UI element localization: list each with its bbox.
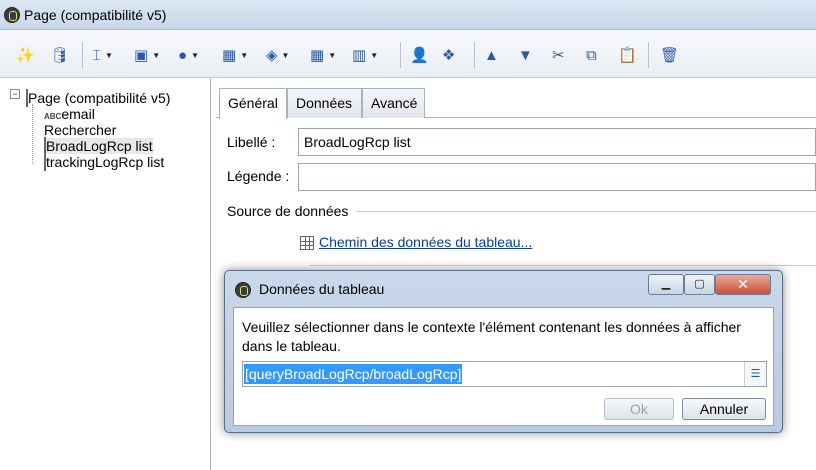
adobe-campaign-icon	[4, 7, 20, 23]
tree-root-label: Page (compatibilité v5)	[28, 90, 171, 106]
tree-item-label: email	[61, 106, 95, 122]
grid-tool-button[interactable]: ▦ ▼	[310, 44, 336, 66]
globe-icon: ●	[178, 46, 188, 64]
tree-item-rechercher[interactable]: Rechercher	[44, 122, 116, 138]
grid-icon: ▦	[310, 47, 325, 64]
dropdown-arrow-icon[interactable]: ▼	[105, 51, 113, 60]
libelle-label: Libellé :	[227, 134, 276, 150]
window-title: Page (compatibilité v5)	[24, 7, 167, 23]
toolbar-separator	[400, 42, 401, 68]
ok-button[interactable]: Ok	[604, 398, 674, 420]
abc-text-icon: ABC	[44, 112, 62, 121]
form-tool-button[interactable]: ▣ ▼	[134, 44, 160, 66]
tree-item-label: trackingLogRcp list	[46, 154, 165, 170]
data-path-input[interactable]: [queryBroadLogRcp/broadLogRcp] ☰	[242, 361, 767, 387]
data-path-value: [queryBroadLogRcp/broadLogRcp]	[244, 364, 463, 384]
copy-tool-button[interactable]: ⧉	[586, 44, 597, 66]
dialog-message: Veuillez sélectionner dans le contexte l…	[242, 319, 741, 354]
wand-icon: ✨	[16, 47, 35, 64]
tree-item-label: Rechercher	[44, 122, 117, 138]
recycle-bin-icon: 🗑	[660, 47, 680, 64]
arrow-up-icon: ▲	[484, 46, 499, 64]
window-tool-button[interactable]: ▦ ▼	[222, 44, 248, 66]
form-icon: ▣	[134, 47, 149, 64]
source-group-line	[356, 211, 816, 212]
tab-avance[interactable]: Avancé	[362, 88, 425, 118]
dropdown-arrow-icon[interactable]: ▼	[328, 51, 336, 60]
database-tool-button[interactable]: 🛢	[50, 44, 69, 66]
tree-item-email[interactable]: ABCemail	[44, 106, 95, 122]
path-picker-icon[interactable]: ☰	[744, 362, 766, 386]
toolbar: ✨ 🛢 ⌶ ▼ ▣ ▼ ● ▼ ▦ ▼ ◈ ▼ ▦ ▼ ▥ ▼ 👤 ❖ ▲ ▼ ✂ ⧉ 📋 🗑	[0, 30, 816, 78]
toolbar-separator	[648, 42, 649, 68]
layers-icon: ◈	[266, 47, 278, 64]
window-titlebar: Page (compatibilité v5)	[0, 0, 816, 30]
paste-icon: 📋	[618, 47, 637, 64]
tab-general[interactable]: Général	[219, 88, 287, 119]
legende-field[interactable]	[298, 163, 816, 191]
add-shapes-tool-button[interactable]: ❖	[442, 44, 455, 66]
maximize-button[interactable]: ▢	[684, 274, 715, 295]
tree-item-trackinglogrcp-list[interactable]: trackingLogRcp list	[44, 153, 165, 171]
cut-icon: ✂	[552, 47, 565, 64]
layers-tool-button[interactable]: ◈ ▼	[266, 44, 289, 66]
window-icon: ▦	[222, 47, 237, 64]
user-icon: 👤	[410, 47, 429, 64]
user-tool-button[interactable]: 👤	[410, 44, 429, 66]
wand-tool-button[interactable]: ✨	[16, 44, 35, 66]
tree-collapse-toggle[interactable]: −	[10, 89, 20, 99]
visibility-group-line	[310, 265, 816, 266]
recycle-bin-tool-button[interactable]: 🗑	[660, 44, 679, 66]
columns-tool-button[interactable]: ▥ ▼	[352, 44, 378, 66]
source-section-label: Source de données	[227, 203, 349, 219]
text-cursor-tool-button[interactable]: ⌶ ▼	[92, 44, 113, 66]
tab-donnees[interactable]: Données	[287, 88, 362, 118]
columns-icon: ▥	[352, 47, 367, 64]
text-cursor-icon: ⌶	[92, 46, 102, 64]
database-icon: 🛢	[50, 47, 70, 64]
tree-item-label: BroadLogRcp list	[46, 138, 153, 154]
toolbar-separator	[474, 42, 475, 68]
close-button[interactable]: ✕	[715, 274, 771, 295]
dialog-body: Veuillez sélectionner dans le contexte l…	[233, 307, 774, 426]
adobe-campaign-icon	[235, 282, 251, 298]
globe-tool-button[interactable]: ● ▼	[178, 44, 199, 66]
tree-root-page[interactable]: Page (compatibilité v5)	[26, 89, 171, 107]
arrow-down-tool-button[interactable]: ▼	[518, 44, 533, 66]
dialog-title: Données du tableau	[259, 281, 385, 297]
add-shapes-icon: ❖	[442, 47, 456, 64]
table-data-path-link[interactable]: Chemin des données du tableau...	[319, 234, 532, 250]
dropdown-arrow-icon[interactable]: ▼	[240, 51, 248, 60]
legende-label: Légende :	[227, 168, 290, 184]
minimize-button[interactable]: ▁	[648, 274, 684, 295]
dropdown-arrow-icon[interactable]: ▼	[152, 51, 160, 60]
paste-tool-button[interactable]: 📋	[618, 44, 637, 66]
arrow-up-tool-button[interactable]: ▲	[484, 44, 499, 66]
libelle-field[interactable]: BroadLogRcp list	[298, 128, 816, 156]
toolbar-separator	[82, 42, 83, 68]
table-icon	[300, 236, 314, 250]
copy-icon: ⧉	[586, 46, 597, 64]
tree-item-broadlogrcp-list[interactable]: BroadLogRcp list	[44, 137, 153, 155]
arrow-down-icon: ▼	[518, 46, 533, 64]
tree-guide-line	[32, 104, 33, 164]
cancel-button[interactable]: Annuler	[682, 398, 766, 420]
dropdown-arrow-icon[interactable]: ▼	[282, 51, 290, 60]
dropdown-arrow-icon[interactable]: ▼	[370, 51, 378, 60]
table-data-dialog: Données du tableau ▁ ▢ ✕ Veuillez sélect…	[224, 270, 783, 433]
cut-tool-button[interactable]: ✂	[552, 44, 565, 66]
dropdown-arrow-icon[interactable]: ▼	[191, 51, 199, 60]
